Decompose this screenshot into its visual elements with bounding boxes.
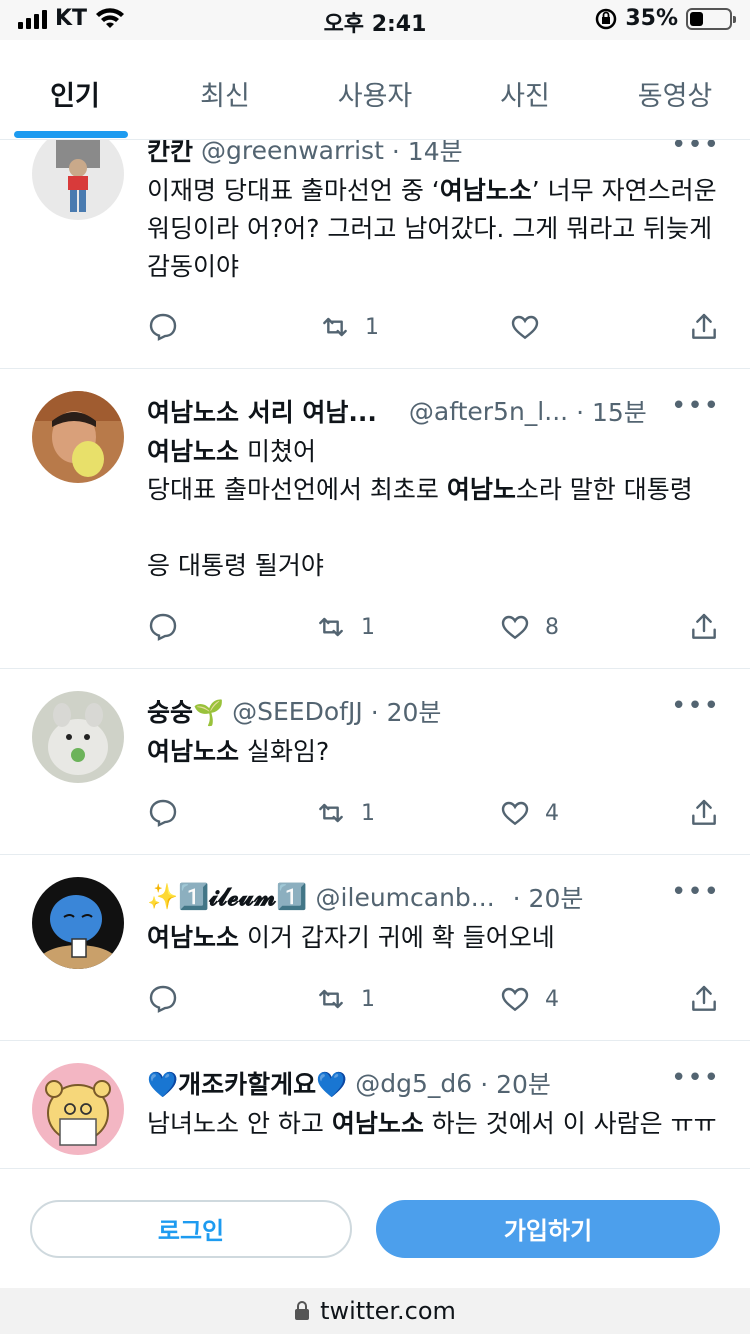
user-handle[interactable]: @dg5_d6 — [355, 1069, 472, 1098]
display-name[interactable]: 여남노소 서리 여남... — [147, 393, 377, 429]
user-handle[interactable]: @ileumcanb... — [316, 883, 495, 912]
timestamp[interactable]: · 14분 — [392, 140, 463, 168]
share-button[interactable] — [688, 983, 720, 1015]
auth-bar: 로그인 가입하기 — [0, 1168, 750, 1288]
display-name[interactable]: 숭숭🌱 — [147, 693, 224, 729]
like-button[interactable]: 8 — [499, 611, 669, 643]
login-button[interactable]: 로그인 — [30, 1199, 352, 1258]
share-icon — [692, 985, 716, 1011]
timestamp[interactable]: · 20분 — [371, 693, 442, 729]
tweet-text: 여남노소 이거 갑자기 귀에 확 들어오네 — [147, 923, 555, 952]
timestamp[interactable]: · 20분 — [513, 879, 584, 915]
heart-icon — [501, 801, 529, 826]
avatar[interactable] — [32, 691, 124, 783]
reply-button[interactable] — [147, 797, 315, 829]
like-count: 8 — [545, 614, 559, 640]
tweet-text: 이재명 당대표 출마선언 중 ‘여남노소’ 너무 자연스러운 워딩이라 어?어?… — [147, 176, 717, 281]
user-handle[interactable]: @after5n_l... — [409, 397, 568, 426]
active-tab-indicator — [14, 131, 128, 138]
tab-popular[interactable]: 인기 — [0, 40, 150, 139]
like-count: 4 — [545, 800, 559, 826]
retweet-count: 1 — [361, 614, 375, 640]
like-button[interactable]: 4 — [499, 983, 669, 1015]
heart-icon — [511, 315, 539, 340]
user-handle[interactable]: @greenwarrist — [201, 140, 384, 165]
user-handle[interactable]: @SEEDofJJ — [232, 697, 363, 726]
tweet[interactable]: 칸칸 @greenwarrist · 14분 ••• 이재명 당대표 출마선언 … — [0, 140, 750, 369]
reply-button[interactable] — [147, 611, 315, 643]
retweet-count: 1 — [361, 800, 375, 826]
tweet[interactable]: ✨1️⃣𝓲𝓵𝓮𝓾𝓶1️⃣ @ileumcanb... · 20분 ••• 여남노… — [0, 855, 750, 1041]
tweet-feed: 칸칸 @greenwarrist · 14분 ••• 이재명 당대표 출마선언 … — [0, 140, 750, 1168]
display-name[interactable]: 칸칸 — [147, 140, 193, 168]
avatar[interactable] — [32, 1063, 124, 1155]
retweet-icon — [319, 989, 343, 1009]
avatar[interactable] — [32, 877, 124, 969]
more-options-icon[interactable]: ••• — [671, 1063, 720, 1093]
avatar[interactable] — [32, 140, 124, 220]
reply-icon — [149, 985, 177, 1013]
tweet-text: 여남노소 실화임? — [147, 737, 330, 766]
address-bar[interactable]: twitter.com — [0, 1288, 750, 1334]
lock-icon — [295, 1301, 310, 1320]
reply-button[interactable] — [147, 311, 319, 343]
tweet[interactable]: 숭숭🌱 @SEEDofJJ · 20분 ••• 여남노소 실화임? 1 4 — [0, 669, 750, 855]
like-count: 4 — [545, 986, 559, 1012]
like-button[interactable]: 4 — [499, 797, 669, 829]
share-icon — [692, 799, 716, 825]
retweet-button[interactable]: 1 — [315, 611, 499, 643]
search-tabs: 인기 최신 사용자 사진 동영상 — [0, 40, 750, 140]
more-options-icon[interactable]: ••• — [671, 391, 720, 421]
tab-videos[interactable]: 동영상 — [600, 40, 750, 139]
display-name[interactable]: ✨1️⃣𝓲𝓵𝓮𝓾𝓶1️⃣ — [147, 882, 308, 912]
signup-button[interactable]: 가입하기 — [376, 1199, 720, 1258]
tweet-text: 여남노소 미쳤어 당대표 출마선언에서 최초로 여남노소라 말한 대통령 응 대… — [147, 437, 693, 580]
share-button[interactable] — [688, 611, 720, 643]
share-button[interactable] — [688, 797, 720, 829]
reply-icon — [149, 313, 177, 341]
heart-icon — [501, 615, 529, 640]
reply-icon — [149, 799, 177, 827]
heart-icon — [501, 987, 529, 1012]
share-button[interactable] — [688, 311, 720, 343]
tweet[interactable]: 💙개조카할게요💙 @dg5_d6 · 20분 ••• 남녀노소 안 하고 여남노… — [0, 1041, 750, 1168]
tab-photos[interactable]: 사진 — [450, 40, 600, 139]
orientation-lock-icon — [596, 8, 617, 29]
status-bar: KT 오후 2:41 35% — [0, 0, 750, 40]
retweet-icon — [319, 803, 343, 823]
reply-icon — [149, 613, 177, 641]
tab-latest[interactable]: 최신 — [150, 40, 300, 139]
retweet-icon — [323, 317, 347, 337]
tab-label: 동영상 — [637, 81, 713, 112]
more-options-icon[interactable]: ••• — [671, 691, 720, 721]
share-icon — [692, 613, 716, 639]
retweet-count: 1 — [365, 314, 379, 340]
battery-percent: 35% — [625, 6, 678, 31]
retweet-button[interactable]: 1 — [315, 797, 499, 829]
like-button[interactable] — [509, 311, 679, 343]
share-icon — [692, 313, 716, 339]
timestamp[interactable]: · 20분 — [480, 1065, 551, 1101]
retweet-button[interactable]: 1 — [315, 983, 499, 1015]
url-text: twitter.com — [320, 1297, 456, 1325]
tab-label: 사진 — [500, 81, 550, 112]
tab-label: 인기 — [50, 81, 100, 112]
retweet-icon — [319, 617, 343, 637]
timestamp[interactable]: · 15분 — [576, 393, 647, 429]
reply-button[interactable] — [147, 983, 315, 1015]
display-name[interactable]: 💙개조카할게요💙 — [147, 1065, 347, 1101]
battery-icon — [686, 7, 736, 30]
retweet-button[interactable]: 1 — [319, 311, 509, 343]
more-options-icon[interactable]: ••• — [671, 140, 720, 160]
tweet-text: 남녀노소 안 하고 여남노소 하는 것에서 이 사람은 ㅠㅠ — [147, 1109, 717, 1138]
tab-label: 최신 — [200, 81, 250, 112]
avatar[interactable] — [32, 391, 124, 483]
retweet-count: 1 — [361, 986, 375, 1012]
tab-people[interactable]: 사용자 — [300, 40, 450, 139]
tab-label: 사용자 — [337, 81, 413, 112]
more-options-icon[interactable]: ••• — [671, 877, 720, 907]
tweet[interactable]: 여남노소 서리 여남... @after5n_l... · 15분 ••• 여남… — [0, 369, 750, 669]
